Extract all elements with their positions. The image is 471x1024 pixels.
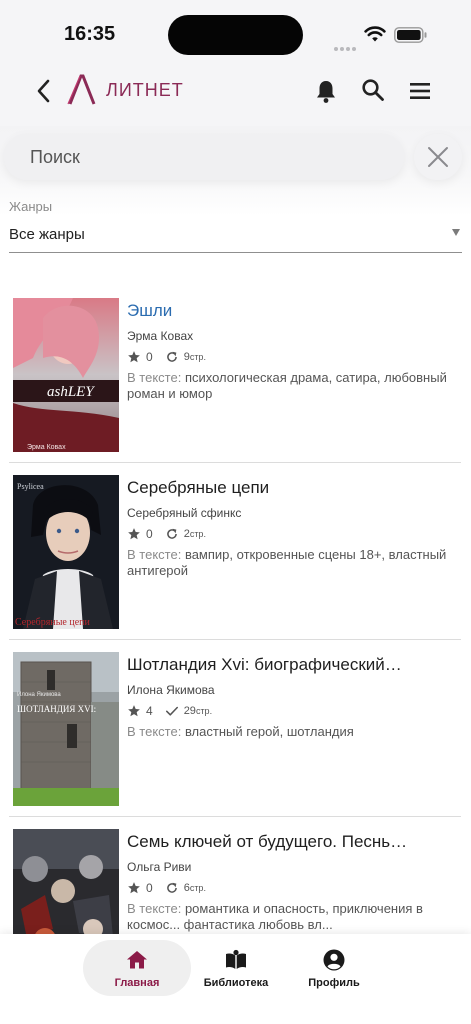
logo-icon[interactable] <box>66 74 98 106</box>
nav-item-home[interactable]: Главная <box>83 940 191 996</box>
book-rating: 0 <box>146 881 153 895</box>
book-cover[interactable]: ashLEY Эрма Ковах <box>13 298 119 452</box>
bell-icon[interactable] <box>314 78 338 104</box>
book-title[interactable]: Серебряные цепи <box>127 477 459 499</box>
search-icon[interactable] <box>361 78 385 102</box>
book-tags: В тексте: романтика и опасность, приключ… <box>127 901 423 932</box>
nav-item-profile[interactable]: Профиль <box>280 940 388 996</box>
wifi-icon <box>364 26 386 42</box>
book-rating: 0 <box>146 527 153 541</box>
profile-icon <box>323 949 345 971</box>
bottom-navigation: Главная Библиотека Профиль <box>0 934 471 1024</box>
home-icon <box>127 951 147 969</box>
genre-label: Жанры <box>9 199 53 214</box>
book-meta: 0 6стр. <box>127 880 459 896</box>
star-icon <box>128 351 140 363</box>
book-meta: 0 9стр. <box>127 349 459 365</box>
book-cover[interactable]: Psylicea Серебряные цепи <box>13 475 119 629</box>
cover-author-text: Илона Якимова <box>17 692 61 698</box>
book-author[interactable]: Илона Якимова <box>127 683 459 697</box>
book-tags: В тексте: властный герой, шотландия <box>127 724 354 739</box>
book-info: Семь ключей от будущего. Песнь… Ольга Ри… <box>127 831 459 933</box>
star-icon <box>128 705 140 717</box>
battery-icon <box>394 27 427 43</box>
nav-item-library[interactable]: Библиотека <box>182 940 290 996</box>
dynamic-island <box>168 15 303 55</box>
book-author[interactable]: Ольга Риви <box>127 860 459 874</box>
search-field[interactable] <box>4 134 404 180</box>
book-title[interactable]: Эшли <box>127 300 459 322</box>
dropdown-arrow-icon <box>452 229 460 236</box>
close-search-button[interactable] <box>414 134 462 180</box>
book-title[interactable]: Семь ключей от будущего. Песнь… <box>127 831 459 853</box>
book-author[interactable]: Серебряный сфинкс <box>127 506 459 520</box>
logo-text[interactable]: ЛИТНЕТ <box>106 80 184 101</box>
book-title[interactable]: Шотландия Xvi: биографический… <box>127 654 459 676</box>
book-info: Серебряные цепи Серебряный сфинкс 0 2стр… <box>127 477 459 579</box>
book-info: Эшли Эрма Ковах 0 9стр. В тексте: психол… <box>127 300 459 402</box>
book-author[interactable]: Эрма Ковах <box>127 329 459 343</box>
nav-label-home: Главная <box>114 977 160 989</box>
book-list: ashLEY Эрма Ковах Эшли Эрма Ковах 0 9стр… <box>9 286 461 994</box>
check-icon <box>165 706 178 716</box>
refresh-icon <box>166 528 177 539</box>
book-tags: В тексте: вампир, откровенные сцены 18+,… <box>127 547 447 578</box>
refresh-icon <box>166 882 177 893</box>
book-pages: 29стр. <box>183 705 213 717</box>
hamburger-menu-icon[interactable] <box>408 80 432 102</box>
cellular-signal-icon <box>334 38 358 51</box>
book-rating: 0 <box>146 350 153 364</box>
book-item[interactable]: Илона Якимова ШОТЛАНДИЯ XVI: Шотландия X… <box>9 640 461 817</box>
book-cover[interactable]: Илона Якимова ШОТЛАНДИЯ XVI: <box>13 652 119 806</box>
status-bar: 16:35 <box>0 0 471 66</box>
cover-author-text: Эрма Ковах <box>27 444 66 451</box>
cover-title-text: Серебряные цепи <box>15 617 91 628</box>
book-meta: 0 2стр. <box>127 526 459 542</box>
back-icon[interactable] <box>33 78 55 104</box>
book-rating: 4 <box>146 704 153 718</box>
star-icon <box>128 528 140 540</box>
book-item[interactable]: ashLEY Эрма Ковах Эшли Эрма Ковах 0 9стр… <box>9 286 461 463</box>
cover-title-text: ashLEY <box>47 384 95 400</box>
status-time: 16:35 <box>64 23 116 45</box>
book-tags: В тексте: психологическая драма, сатира,… <box>127 370 447 401</box>
genre-select[interactable]: Все жанры <box>9 222 462 253</box>
search-input[interactable] <box>30 144 390 170</box>
cover-top-text: Psylicea <box>17 482 44 491</box>
app-header: ЛИТНЕТ <box>0 66 471 126</box>
book-icon <box>226 949 246 969</box>
cover-title-text: ШОТЛАНДИЯ XVI: <box>17 704 96 714</box>
star-icon <box>128 882 140 894</box>
genre-select-value: Все жанры <box>9 226 85 243</box>
book-pages: 9стр. <box>183 351 206 363</box>
book-item[interactable]: Psylicea Серебряные цепи Серебряные цепи… <box>9 463 461 640</box>
nav-label-library: Библиотека <box>203 977 269 989</box>
nav-label-profile: Профиль <box>308 977 360 989</box>
book-pages: 6стр. <box>183 882 206 894</box>
book-meta: 4 29стр. <box>127 703 459 719</box>
book-info: Шотландия Xvi: биографический… Илона Яки… <box>127 654 459 740</box>
close-icon <box>428 147 448 167</box>
book-pages: 2стр. <box>183 528 206 540</box>
refresh-icon <box>166 351 177 362</box>
